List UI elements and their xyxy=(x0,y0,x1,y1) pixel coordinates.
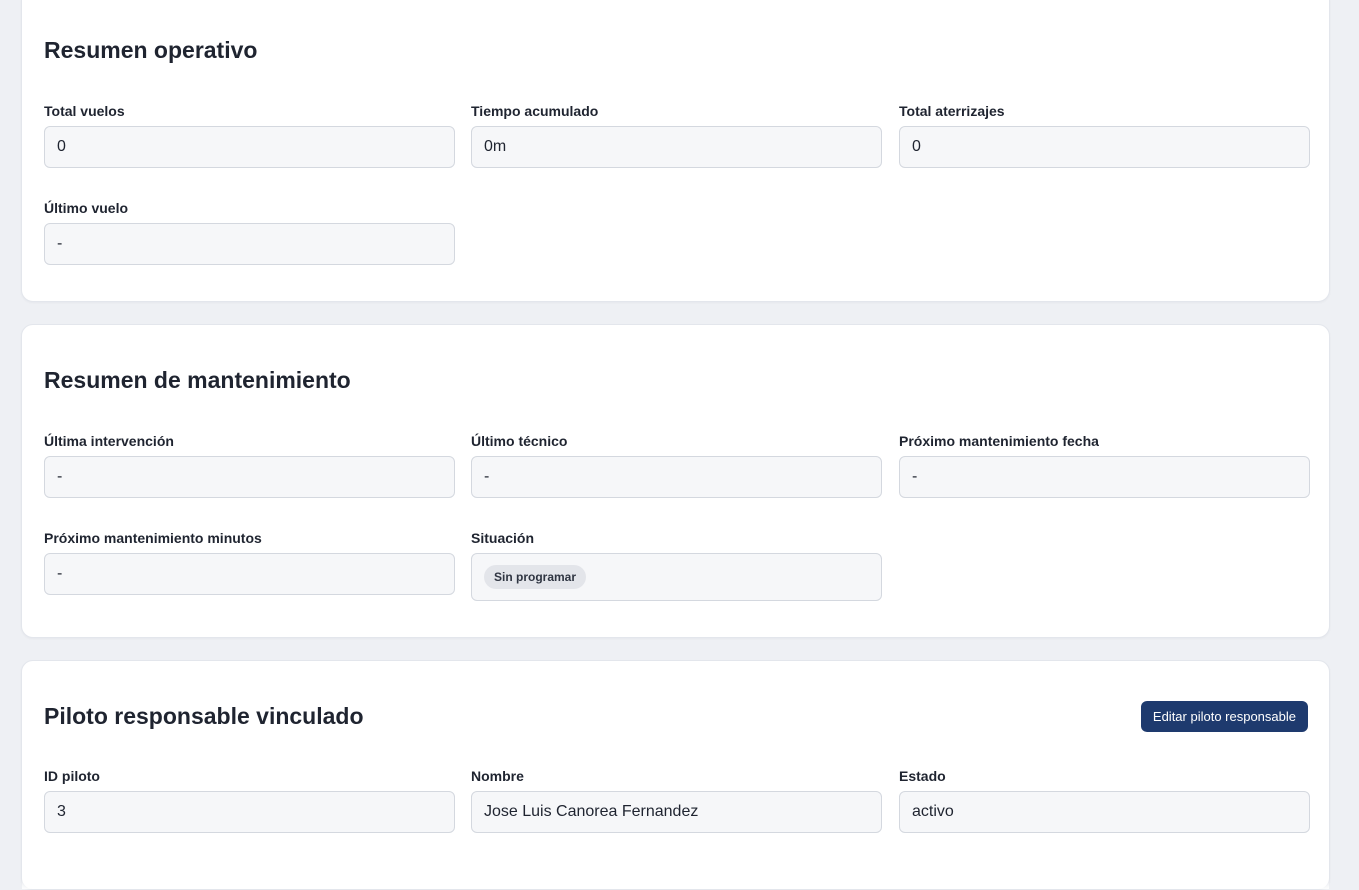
total-flights-value[interactable]: 0 xyxy=(44,126,455,168)
situation-status-badge: Sin programar xyxy=(484,565,587,589)
last-intervention-field: Última intervención - xyxy=(44,433,455,498)
responsible-pilot-title: Piloto responsable vinculado xyxy=(44,703,364,729)
maintenance-summary-card: Resumen de mantenimiento Última interven… xyxy=(21,324,1330,638)
pilot-id-label: ID piloto xyxy=(44,768,100,784)
operational-summary-title: Resumen operativo xyxy=(44,37,258,63)
pilot-name-field: Nombre Jose Luis Canorea Fernandez xyxy=(471,768,882,833)
next-maintenance-minutes-label: Próximo mantenimiento minutos xyxy=(44,530,262,546)
maintenance-summary-title: Resumen de mantenimiento xyxy=(44,367,351,393)
operational-summary-card: Resumen operativo Total vuelos 0 Tiempo … xyxy=(21,0,1330,302)
next-maintenance-date-label: Próximo mantenimiento fecha xyxy=(899,433,1099,449)
situation-field: Situación Sin programar xyxy=(471,530,882,601)
last-intervention-value[interactable]: - xyxy=(44,456,455,498)
accumulated-time-value[interactable]: 0m xyxy=(471,126,882,168)
last-intervention-label: Última intervención xyxy=(44,433,174,449)
last-flight-value[interactable]: - xyxy=(44,223,455,265)
next-maintenance-minutes-value[interactable]: - xyxy=(44,553,455,595)
pilot-status-value[interactable]: activo xyxy=(899,791,1310,833)
next-maintenance-date-field: Próximo mantenimiento fecha - xyxy=(899,433,1310,498)
edit-responsible-pilot-button[interactable]: Editar piloto responsable xyxy=(1140,701,1308,732)
total-landings-value[interactable]: 0 xyxy=(899,126,1310,168)
scroll-fade-overlay xyxy=(22,879,1329,889)
situation-label: Situación xyxy=(471,530,535,546)
last-technician-value[interactable]: - xyxy=(471,456,882,498)
last-technician-field: Último técnico - xyxy=(471,433,882,498)
situation-value-box[interactable]: Sin programar xyxy=(471,553,882,601)
next-maintenance-minutes-field: Próximo mantenimiento minutos - xyxy=(44,530,455,595)
last-flight-field: Último vuelo - xyxy=(44,200,455,265)
responsible-pilot-card: Piloto responsable vinculado Editar pilo… xyxy=(21,660,1330,890)
total-flights-field: Total vuelos 0 xyxy=(44,103,455,168)
pilot-id-value[interactable]: 3 xyxy=(44,791,455,833)
pilot-id-field: ID piloto 3 xyxy=(44,768,455,833)
last-flight-label: Último vuelo xyxy=(44,200,129,216)
accumulated-time-field: Tiempo acumulado 0m xyxy=(471,103,882,168)
accumulated-time-label: Tiempo acumulado xyxy=(471,103,599,119)
next-maintenance-date-value[interactable]: - xyxy=(899,456,1310,498)
pilot-name-value[interactable]: Jose Luis Canorea Fernandez xyxy=(471,791,882,833)
total-flights-label: Total vuelos xyxy=(44,103,125,119)
pilot-status-field: Estado activo xyxy=(899,768,1310,833)
pilot-status-label: Estado xyxy=(899,768,946,784)
pilot-name-label: Nombre xyxy=(471,768,524,784)
total-landings-field: Total aterrizajes 0 xyxy=(899,103,1310,168)
total-landings-label: Total aterrizajes xyxy=(899,103,1005,119)
last-technician-label: Último técnico xyxy=(471,433,568,449)
